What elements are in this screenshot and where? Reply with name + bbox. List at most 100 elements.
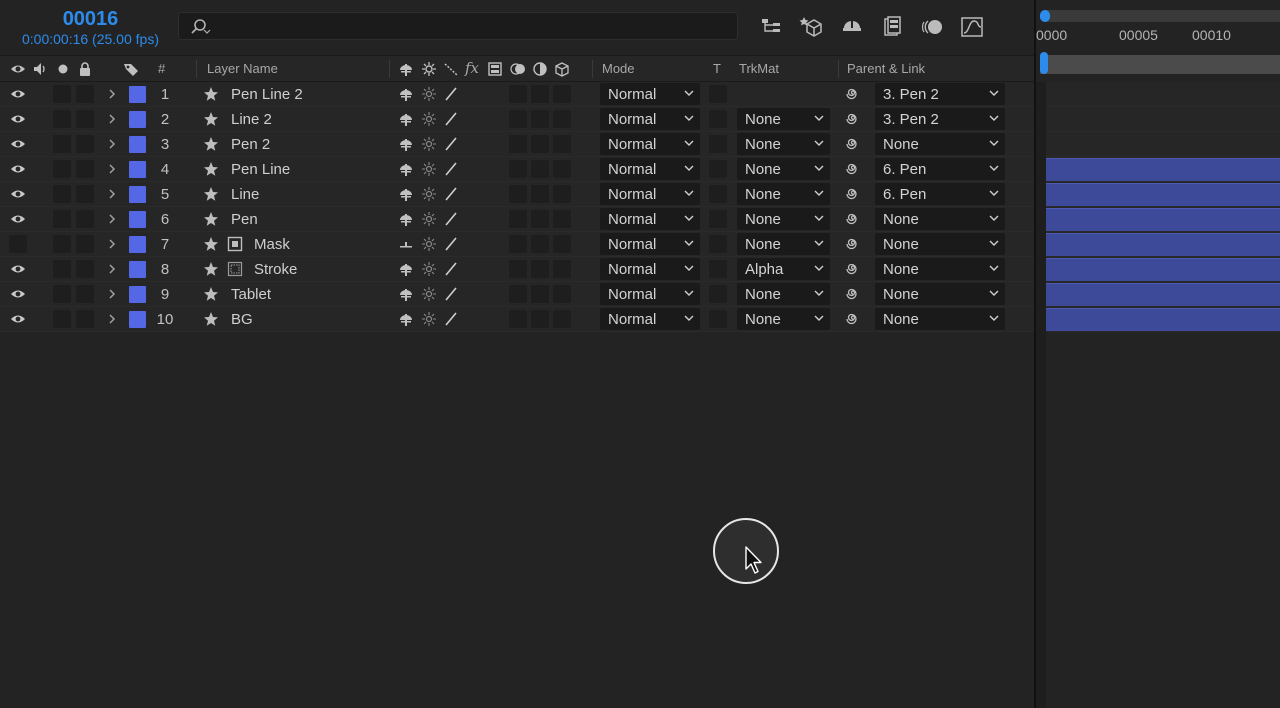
3d-toggle[interactable]: [553, 260, 571, 278]
layer-name[interactable]: Stroke: [254, 257, 297, 281]
track-matte-dropdown[interactable]: None: [737, 183, 830, 205]
parent-dropdown[interactable]: 6. Pen: [875, 158, 1005, 180]
label-color-swatch[interactable]: [129, 86, 146, 103]
collapse-switch-icon[interactable]: [421, 157, 439, 181]
visibility-eye-icon[interactable]: [10, 157, 28, 181]
3d-toggle[interactable]: [553, 160, 571, 178]
time-navigator-bar[interactable]: [1040, 10, 1280, 22]
timeline-row[interactable]: [1046, 257, 1280, 282]
lock-toggle[interactable]: [76, 260, 94, 278]
collapse-transform-icon[interactable]: [421, 61, 437, 77]
layer-name[interactable]: Line 2: [231, 107, 272, 131]
layer-row[interactable]: 5 Line Normal None 6. Pen: [0, 182, 1035, 207]
track-matte-dropdown[interactable]: Alpha: [737, 258, 830, 280]
layer-row[interactable]: 10 BG Normal None None: [0, 307, 1035, 332]
shy-switch-icon[interactable]: [398, 282, 416, 306]
motion-blur-toggle[interactable]: [509, 210, 527, 228]
visibility-eye-icon[interactable]: [10, 257, 28, 281]
layer-row[interactable]: 8 Stroke Normal Alpha None: [0, 257, 1035, 282]
lock-toggle[interactable]: [76, 135, 94, 153]
lock-icon[interactable]: [77, 61, 93, 77]
label-color-swatch[interactable]: [129, 261, 146, 278]
solo-toggle[interactable]: [53, 285, 71, 303]
lock-toggle[interactable]: [76, 210, 94, 228]
shy-switch-icon[interactable]: [398, 132, 416, 156]
label-color-swatch[interactable]: [129, 236, 146, 253]
search-input[interactable]: [215, 16, 725, 38]
lock-toggle[interactable]: [76, 85, 94, 103]
preserve-transparency-toggle[interactable]: [709, 160, 727, 178]
parent-pickwhip-icon[interactable]: [845, 82, 863, 106]
parent-pickwhip-icon[interactable]: [845, 107, 863, 131]
preserve-transparency-toggle[interactable]: [709, 110, 727, 128]
layer-duration-bar[interactable]: [1046, 308, 1280, 331]
visibility-eye-icon[interactable]: [10, 282, 28, 306]
adjustment-toggle[interactable]: [531, 285, 549, 303]
track-matte-dropdown[interactable]: None: [737, 108, 830, 130]
preserve-transparency-toggle[interactable]: [709, 210, 727, 228]
layer-row[interactable]: 9 Tablet Normal None None: [0, 282, 1035, 307]
track-matte-dropdown[interactable]: None: [737, 233, 830, 255]
parent-dropdown[interactable]: None: [875, 283, 1005, 305]
shy-switch-icon[interactable]: [398, 107, 416, 131]
blend-mode-dropdown[interactable]: Normal: [600, 83, 700, 105]
track-matte-column-header[interactable]: TrkMat: [739, 61, 779, 76]
quality-switch-icon[interactable]: [443, 307, 461, 331]
quality-switch-icon[interactable]: [443, 282, 461, 306]
quality-switch-icon[interactable]: [443, 232, 461, 256]
layer-name[interactable]: Pen Line 2: [231, 82, 303, 106]
adjustment-toggle[interactable]: [531, 185, 549, 203]
solo-toggle[interactable]: [53, 310, 71, 328]
expand-chevron-icon[interactable]: [108, 157, 120, 181]
3d-toggle[interactable]: [553, 185, 571, 203]
quality-switch-icon[interactable]: [443, 182, 461, 206]
motion-blur-toggle[interactable]: [509, 135, 527, 153]
timeline-row[interactable]: [1046, 132, 1280, 157]
expand-chevron-icon[interactable]: [108, 257, 120, 281]
solo-toggle[interactable]: [53, 185, 71, 203]
expand-chevron-icon[interactable]: [108, 232, 120, 256]
expand-chevron-icon[interactable]: [108, 132, 120, 156]
motion-blur-icon[interactable]: [918, 13, 946, 41]
layer-name-column-header[interactable]: Layer Name: [207, 61, 278, 76]
visibility-eye-icon[interactable]: [10, 132, 28, 156]
collapse-switch-icon[interactable]: [421, 107, 439, 131]
parent-dropdown[interactable]: 3. Pen 2: [875, 108, 1005, 130]
motion-blur-toggle[interactable]: [509, 260, 527, 278]
preserve-transparency-toggle[interactable]: [709, 260, 727, 278]
parent-pickwhip-icon[interactable]: [845, 232, 863, 256]
label-color-swatch[interactable]: [129, 186, 146, 203]
timeline-row[interactable]: [1046, 82, 1280, 107]
quality-switch-icon[interactable]: [443, 157, 461, 181]
adjustment-toggle[interactable]: [531, 85, 549, 103]
motion-blur-toggle[interactable]: [509, 285, 527, 303]
timeline-row[interactable]: [1046, 232, 1280, 257]
label-tag-icon[interactable]: [123, 61, 139, 77]
frame-blending-switch-icon[interactable]: [487, 61, 503, 77]
parent-pickwhip-icon[interactable]: [845, 157, 863, 181]
preserve-transparency-toggle[interactable]: [709, 135, 727, 153]
layer-row[interactable]: 7 Mask Normal None None: [0, 232, 1035, 257]
shy-switch-icon[interactable]: [398, 307, 416, 331]
shy-layers-icon[interactable]: [838, 13, 866, 41]
3d-toggle[interactable]: [553, 110, 571, 128]
layer-duration-bar[interactable]: [1046, 233, 1280, 256]
layer-row[interactable]: 6 Pen Normal None None: [0, 207, 1035, 232]
expand-chevron-icon[interactable]: [108, 207, 120, 231]
current-time-display[interactable]: 00016 0:00:00:16 (25.00 fps): [18, 7, 163, 47]
label-color-swatch[interactable]: [129, 136, 146, 153]
3d-toggle[interactable]: [553, 210, 571, 228]
adjustment-toggle[interactable]: [531, 260, 549, 278]
parent-dropdown[interactable]: None: [875, 233, 1005, 255]
lock-toggle[interactable]: [76, 160, 94, 178]
quality-switch-icon[interactable]: [443, 107, 461, 131]
shy-switch-icon[interactable]: [398, 82, 416, 106]
solo-toggle[interactable]: [53, 210, 71, 228]
draft-3d-icon[interactable]: [798, 13, 826, 41]
parent-pickwhip-icon[interactable]: [845, 282, 863, 306]
solo-toggle[interactable]: [53, 235, 71, 253]
parent-dropdown[interactable]: 6. Pen: [875, 183, 1005, 205]
preserve-transparency-toggle[interactable]: [709, 310, 727, 328]
track-matte-dropdown[interactable]: None: [737, 283, 830, 305]
quality-switch-icon[interactable]: [443, 257, 461, 281]
